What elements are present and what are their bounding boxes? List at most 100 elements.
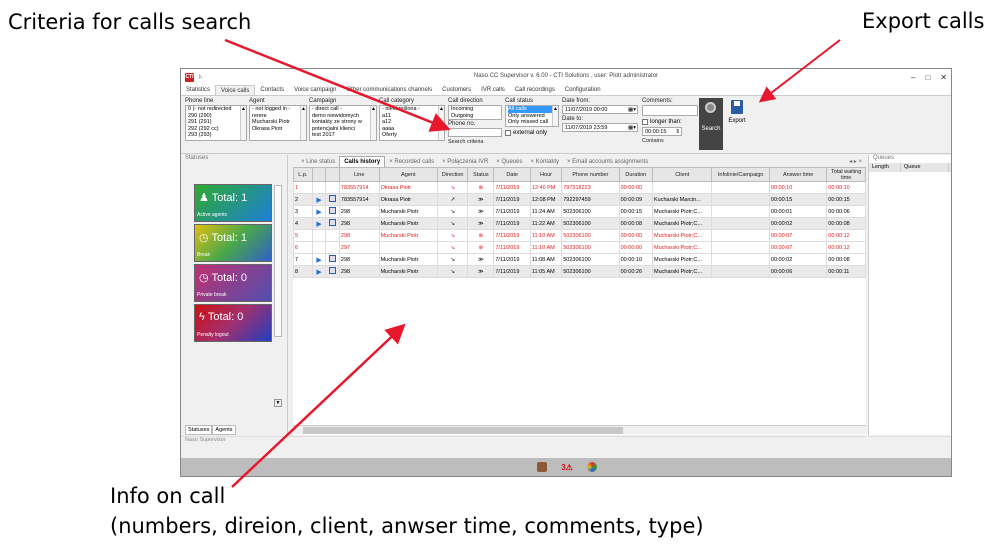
agent-status-icon[interactable] xyxy=(537,462,548,472)
play-icon[interactable]: ▶ xyxy=(316,269,321,276)
column-header[interactable]: Hour xyxy=(529,167,563,182)
queues-pane: Queues Length Queue xyxy=(868,155,951,435)
play-icon[interactable]: ▶ xyxy=(316,257,321,264)
tab-statuses[interactable]: Statuses xyxy=(185,425,213,435)
tab-queues[interactable]: × Queues xyxy=(492,157,526,167)
table-row[interactable]: 2 ▶ 783557914 Okrasa Piotr ↗ ≫ 7/11/2019 12:08 … xyxy=(293,193,866,206)
tab-ivr-calls[interactable]: × Połączenia IVR xyxy=(438,157,492,167)
play-icon[interactable]: ▶ xyxy=(316,197,321,204)
tab-kontakty[interactable]: × Kontakty xyxy=(526,157,563,167)
date-to-input[interactable]: 11/07/2019 23:59 ▦▾ xyxy=(562,123,638,132)
tab-email-assignments[interactable]: × Email accounts assignments xyxy=(563,157,652,167)
cell-ans: 00:00:02 xyxy=(768,253,828,266)
date-from-input[interactable]: 11/07/2019 00:00 ▦▾ xyxy=(562,105,638,114)
column-header[interactable]: Total waiting time xyxy=(826,167,866,182)
menu-contacts[interactable]: Contacts xyxy=(255,85,289,95)
list-scrollbar[interactable]: ▲ xyxy=(300,106,306,140)
list-item[interactable]: Oferty xyxy=(382,132,442,139)
alert-icon[interactable]: 3⚠ xyxy=(561,463,573,472)
list-scrollbar[interactable]: ▲ xyxy=(552,106,558,126)
column-header[interactable]: L.p. xyxy=(293,167,313,182)
list-scrollbar[interactable]: ▲ xyxy=(438,106,444,140)
longer-than-checkbox[interactable] xyxy=(642,119,648,125)
column-header[interactable]: Answer time xyxy=(768,167,828,182)
save-recording-icon[interactable] xyxy=(329,255,337,262)
list-item[interactable]: Only missed call xyxy=(508,119,556,126)
table-horizontal-scrollbar[interactable] xyxy=(293,425,866,434)
table-row[interactable]: 1 783557914 Okrasa Piotr ↘ ⊗ 7/11/2019 12:40 P… xyxy=(293,181,866,194)
color-wheel-icon[interactable] xyxy=(586,462,597,472)
call-direction-list[interactable]: Incoming Outgoing xyxy=(448,105,502,120)
column-header[interactable]: Status xyxy=(467,167,495,182)
menu-statistics[interactable]: Statistics xyxy=(181,85,215,95)
column-header[interactable]: Client xyxy=(651,167,713,182)
save-recording-icon[interactable] xyxy=(329,267,337,274)
tab-agents[interactable]: Agents xyxy=(212,425,236,435)
queue-length-header[interactable]: Length xyxy=(869,163,901,172)
play-icon[interactable]: ▶ xyxy=(316,221,321,228)
list-item[interactable]: 293 (293) xyxy=(188,132,244,139)
status-tile-active-agents[interactable]: ♟ Total: 1 Active agents xyxy=(194,184,272,222)
status-tile-break[interactable]: ◷ Total: 1 Break xyxy=(194,224,272,262)
column-header[interactable]: Infolinie/Campaign xyxy=(711,167,770,182)
column-header[interactable]: Agent xyxy=(378,167,439,182)
table-row[interactable]: 7 ▶ 298 Mucharski Piotr ↘ ≫ 7/11/2019 11:08 AM 5… xyxy=(293,253,866,266)
call-status-list[interactable]: All calls Only answered Only missed call… xyxy=(505,105,559,127)
tab-nav-icons[interactable]: ◂ ▸ × xyxy=(845,156,866,167)
campaign-list[interactable]: - direct call - demo niewidomych kontakt… xyxy=(309,105,377,141)
calendar-icon[interactable]: ▦▾ xyxy=(628,124,636,132)
list-scrollbar[interactable]: ▲ xyxy=(370,106,376,140)
column-header[interactable]: Duration xyxy=(618,167,654,182)
menu-voice-calls[interactable]: Voice calls xyxy=(215,85,256,95)
menu-customers[interactable]: Customers xyxy=(437,85,476,95)
menu-other-channels[interactable]: Other communications channels xyxy=(341,85,437,95)
column-header[interactable]: Date xyxy=(493,167,531,182)
tab-calls-history[interactable]: Calls history xyxy=(339,156,386,167)
search-button[interactable]: Search xyxy=(699,98,723,150)
save-recording-icon[interactable] xyxy=(329,195,337,202)
spinner-icon[interactable]: ⇕ xyxy=(675,128,680,136)
export-button[interactable]: Export xyxy=(725,98,749,128)
table-row[interactable]: 5 298 Mucharski Piotr ↘ ⊗ 7/11/2019 11:10 AM 50… xyxy=(293,229,866,242)
table-row[interactable]: 8 ▶ 298 Mucharski Piotr ↘ ≫ 7/11/2019 11:05 AM 5… xyxy=(293,265,866,278)
cell-date: 7/11/2019 xyxy=(493,229,531,242)
scroll-down-icon[interactable]: ▼ xyxy=(274,399,282,407)
list-item[interactable]: Okrasa Piotr xyxy=(252,126,304,133)
menu-voice-campaign[interactable]: Voice campaign xyxy=(289,85,341,95)
list-item[interactable]: test 2017 xyxy=(312,132,374,139)
cell-client: Mucharski Piotr;C... xyxy=(651,205,713,218)
menu-configuration[interactable]: Configuration xyxy=(560,85,606,95)
phone-no-input[interactable] xyxy=(448,128,502,137)
column-header[interactable] xyxy=(311,167,327,182)
column-header[interactable]: Direction xyxy=(436,167,469,182)
status-tile-penalty-logout[interactable]: ϟ Total: 0 Penalty logout xyxy=(194,304,272,342)
column-header[interactable]: Phone number xyxy=(561,167,620,182)
calendar-icon[interactable]: ▦▾ xyxy=(628,106,636,114)
phone-line-list[interactable]: 0 (- not redirected 290 (290) 291 (291) … xyxy=(185,105,247,141)
list-item[interactable]: Outgoing xyxy=(451,113,499,120)
tiles-scrollbar[interactable] xyxy=(274,185,282,337)
list-scrollbar[interactable]: ▲ xyxy=(240,106,246,140)
external-only-checkbox[interactable] xyxy=(505,130,511,136)
cell-dur: 00:00:00 xyxy=(618,229,654,242)
save-recording-icon[interactable] xyxy=(329,207,337,214)
save-recording-icon[interactable] xyxy=(329,219,337,226)
longer-than-input[interactable]: 00:00:15 ⇕ xyxy=(642,127,682,136)
menu-ivr-calls[interactable]: IVR calls xyxy=(476,85,510,95)
comments-input[interactable] xyxy=(642,105,698,116)
tab-recorded-calls[interactable]: × Recorded calls xyxy=(385,157,438,167)
queue-name-header[interactable]: Queue xyxy=(901,163,949,172)
scroll-thumb[interactable] xyxy=(303,427,623,434)
table-row[interactable]: 4 ▶ 298 Mucharski Piotr ↘ ≫ 7/11/2019 11:22 AM 5… xyxy=(293,217,866,230)
menu-call-recordings[interactable]: Call recordings xyxy=(510,85,560,95)
title-bar: CTI ⊧ Naso CC Supervisor v. 6.00 - CTI S… xyxy=(181,69,951,85)
status-tile-private-break[interactable]: ◷ Total: 0 Private break xyxy=(194,264,272,302)
table-row[interactable]: 6 297 ↘ ⊗ 7/11/2019 11:10 AM 502306100 00:00:00… xyxy=(293,241,866,254)
column-header[interactable]: Line xyxy=(338,167,380,182)
table-row[interactable]: 3 ▶ 298 Mucharski Piotr ↘ ≫ 7/11/2019 11:24 AM 5… xyxy=(293,205,866,218)
agent-list[interactable]: - not logged in - rerere Mucharski Piotr… xyxy=(249,105,307,141)
call-category-list[interactable]: - nieokreślona - a11 a12 aaaa Oferty ▲ xyxy=(379,105,445,141)
column-header[interactable] xyxy=(325,167,340,182)
play-icon[interactable]: ▶ xyxy=(316,209,321,216)
tab-line-status[interactable]: × Line status xyxy=(297,157,339,167)
